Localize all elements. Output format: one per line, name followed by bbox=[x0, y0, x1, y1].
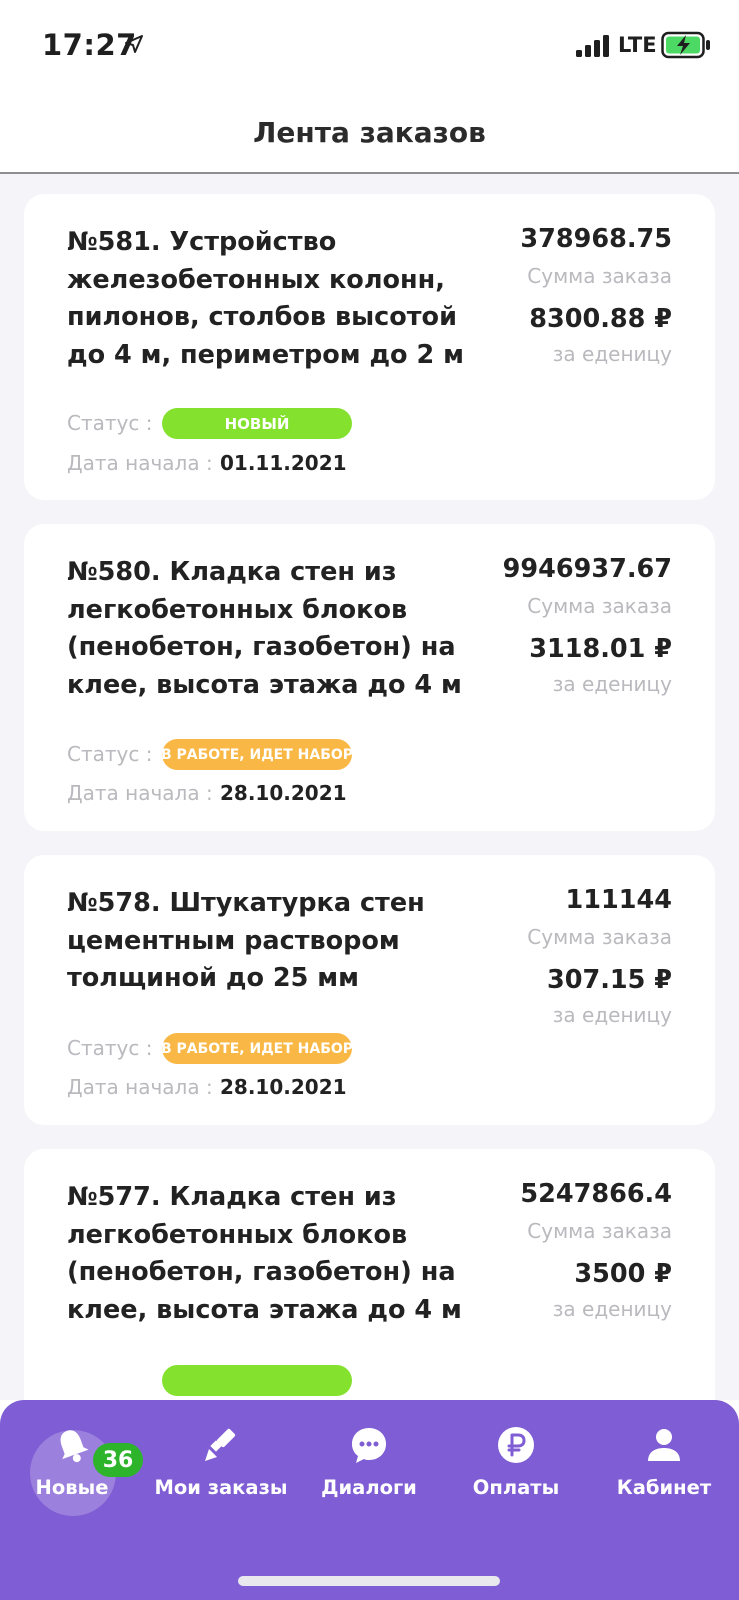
tab-label: Оплаты bbox=[472, 1476, 560, 1499]
date-label: Дата начала : bbox=[67, 1075, 213, 1099]
paint-brush-icon bbox=[205, 1428, 236, 1461]
orders-feed[interactable]: №581. Устройство железобетонных колонн, … bbox=[0, 174, 739, 1400]
order-unit-price: 307.15 ₽ bbox=[546, 965, 672, 995]
header: Лента заказов bbox=[0, 92, 739, 174]
date-label: Дата начала : bbox=[67, 781, 213, 805]
order-card[interactable]: №577. Кладка стен из легкобетонных блоко… bbox=[24, 1149, 715, 1400]
order-total-label: Сумма заказа bbox=[527, 594, 672, 618]
order-card[interactable]: №578. Штукатурка стен цементным растворо… bbox=[24, 855, 715, 1125]
order-total-label: Сумма заказа bbox=[527, 264, 672, 288]
order-card[interactable]: №580. Кладка стен из легкобетонных блоко… bbox=[24, 524, 715, 831]
tab-cabinet[interactable]: Кабинет bbox=[594, 1400, 734, 1530]
ruble-coin-icon bbox=[498, 1427, 534, 1463]
page-title: Лента заказов bbox=[253, 115, 486, 149]
date-value: 28.10.2021 bbox=[220, 781, 347, 805]
tab-my-orders[interactable]: Мои заказы bbox=[151, 1400, 291, 1530]
tab-label: Кабинет bbox=[616, 1476, 712, 1499]
order-total: 111144 bbox=[565, 885, 672, 915]
status-badge: В РАБОТЕ, ИДЕТ НАБОР bbox=[161, 1033, 353, 1064]
battery-charging-icon bbox=[661, 31, 710, 59]
tab-label: Диалоги bbox=[321, 1476, 417, 1499]
tab-label: Мои заказы bbox=[154, 1476, 288, 1499]
date-value: 01.11.2021 bbox=[220, 451, 347, 475]
order-title: №577. Кладка стен из легкобетонных блоко… bbox=[67, 1182, 462, 1325]
order-total: 378968.75 bbox=[520, 224, 672, 254]
tab-label: Новые bbox=[35, 1476, 109, 1499]
order-unit-label: за еденицу bbox=[552, 672, 672, 696]
order-total-label: Сумма заказа bbox=[527, 1219, 672, 1243]
status-label: Статус : bbox=[67, 742, 153, 766]
status-badge: В РАБОТЕ, ИДЕТ НАБОР bbox=[161, 739, 353, 770]
status-label: Статус : bbox=[67, 1036, 153, 1060]
order-unit-label: за еденицу bbox=[552, 1297, 672, 1321]
status-time: 17:27 bbox=[42, 28, 137, 62]
tab-dialogs[interactable]: Диалоги bbox=[299, 1400, 439, 1530]
status-label: Статус : bbox=[67, 411, 153, 435]
tab-payments[interactable]: Оплаты bbox=[446, 1400, 586, 1530]
network-label: LTE bbox=[618, 33, 657, 57]
home-indicator bbox=[238, 1576, 500, 1586]
status-bar: 17:27 LTE bbox=[0, 0, 739, 92]
order-unit-price: 3118.01 ₽ bbox=[529, 634, 672, 664]
bell-icon bbox=[60, 1430, 89, 1463]
order-total-label: Сумма заказа bbox=[527, 925, 672, 949]
order-card[interactable]: №581. Устройство железобетонных колонн, … bbox=[24, 194, 715, 500]
order-unit-label: за еденицу bbox=[552, 1003, 672, 1027]
order-title: №580. Кладка стен из легкобетонных блоко… bbox=[67, 557, 462, 700]
new-orders-count-badge: 36 bbox=[93, 1443, 143, 1477]
order-unit-price: 3500 ₽ bbox=[574, 1259, 672, 1289]
date-value: 28.10.2021 bbox=[220, 1075, 347, 1099]
signal-icon bbox=[576, 35, 609, 57]
date-label: Дата начала : bbox=[67, 451, 213, 475]
order-title: №581. Устройство железобетонных колонн, … bbox=[67, 227, 464, 370]
order-total: 9946937.67 bbox=[502, 554, 672, 584]
user-icon bbox=[648, 1429, 680, 1461]
chat-bubble-icon bbox=[352, 1428, 386, 1463]
order-title: №578. Штукатурка стен цементным растворо… bbox=[67, 888, 425, 993]
tab-bar: Новые 36 Мои заказы Диалоги Оплаты Кабин… bbox=[0, 1400, 739, 1600]
status-badge: НОВЫЙ bbox=[162, 408, 352, 439]
order-unit-price: 8300.88 ₽ bbox=[529, 304, 672, 334]
location-arrow-icon bbox=[125, 35, 143, 53]
order-total: 5247866.4 bbox=[520, 1179, 672, 1209]
status-badge bbox=[162, 1365, 352, 1396]
order-unit-label: за еденицу bbox=[552, 342, 672, 366]
